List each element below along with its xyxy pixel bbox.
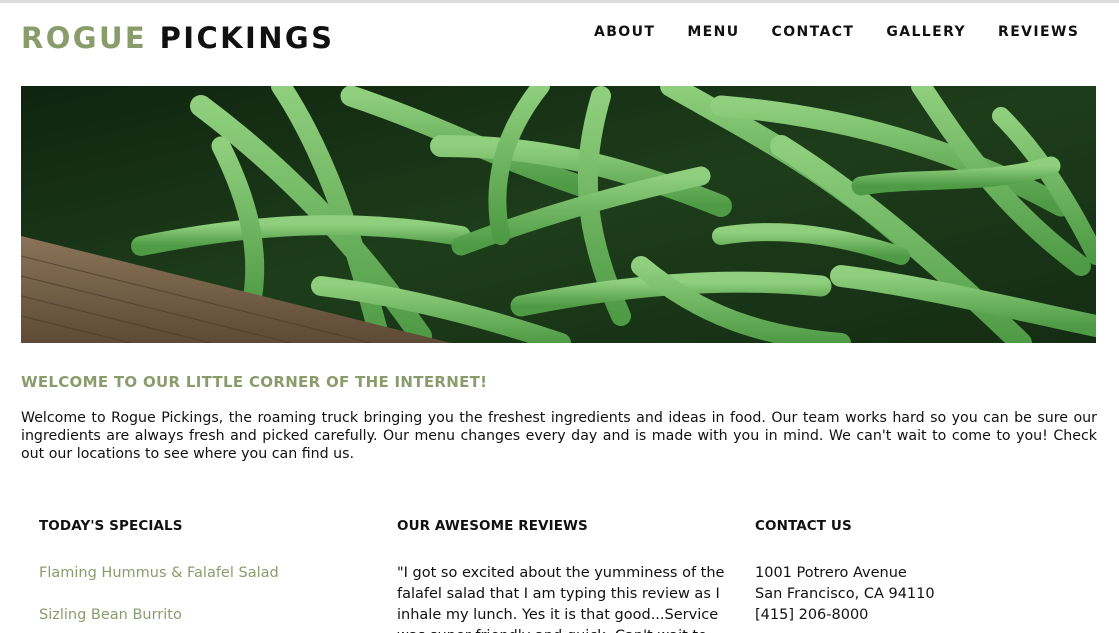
welcome-heading: WELCOME TO OUR LITTLE CORNER OF THE INTE… bbox=[21, 373, 488, 391]
reviews-heading: OUR AWESOME REVIEWS bbox=[397, 518, 588, 534]
reviews-section: OUR AWESOME REVIEWS "I got so excited ab… bbox=[397, 518, 727, 633]
special-item[interactable]: Flaming Hummus & Falafel Salad bbox=[39, 564, 369, 582]
top-border bbox=[0, 0, 1119, 3]
nav-link-reviews[interactable]: REVIEWS bbox=[998, 24, 1079, 40]
specials-section: TODAY'S SPECIALS Flaming Hummus & Falafe… bbox=[39, 518, 369, 633]
contact-address-line1: 1001 Potrero Avenue bbox=[755, 565, 907, 581]
hero-image bbox=[21, 86, 1096, 343]
site-logo[interactable]: ROGUE PICKINGS bbox=[21, 21, 334, 55]
nav-link-menu[interactable]: MENU bbox=[687, 24, 739, 40]
contact-section: CONTACT US 1001 Potrero Avenue San Franc… bbox=[755, 518, 1085, 626]
specials-heading: TODAY'S SPECIALS bbox=[39, 518, 183, 534]
nav-link-about[interactable]: ABOUT bbox=[594, 24, 655, 40]
specials-list: Flaming Hummus & Falafel Salad Sizling B… bbox=[39, 564, 369, 624]
logo-word-pickings: PICKINGS bbox=[159, 21, 335, 55]
contact-heading: CONTACT US bbox=[755, 518, 852, 534]
contact-details: 1001 Potrero Avenue San Francisco, CA 94… bbox=[755, 563, 1085, 626]
contact-address-line2: San Francisco, CA 94110 bbox=[755, 586, 935, 602]
review-quote: "I got so excited about the yumminess of… bbox=[397, 565, 725, 633]
main-nav: ABOUT MENU CONTACT GALLERY REVIEWS bbox=[594, 24, 1111, 40]
logo-word-rogue: ROGUE bbox=[21, 21, 148, 55]
contact-phone[interactable]: [415] 206-8000 bbox=[755, 605, 1085, 626]
nav-link-contact[interactable]: CONTACT bbox=[772, 24, 855, 40]
special-item[interactable]: Sizling Bean Burrito bbox=[39, 606, 369, 624]
welcome-paragraph: Welcome to Rogue Pickings, the roaming t… bbox=[21, 410, 1097, 462]
nav-link-gallery[interactable]: GALLERY bbox=[886, 24, 966, 40]
